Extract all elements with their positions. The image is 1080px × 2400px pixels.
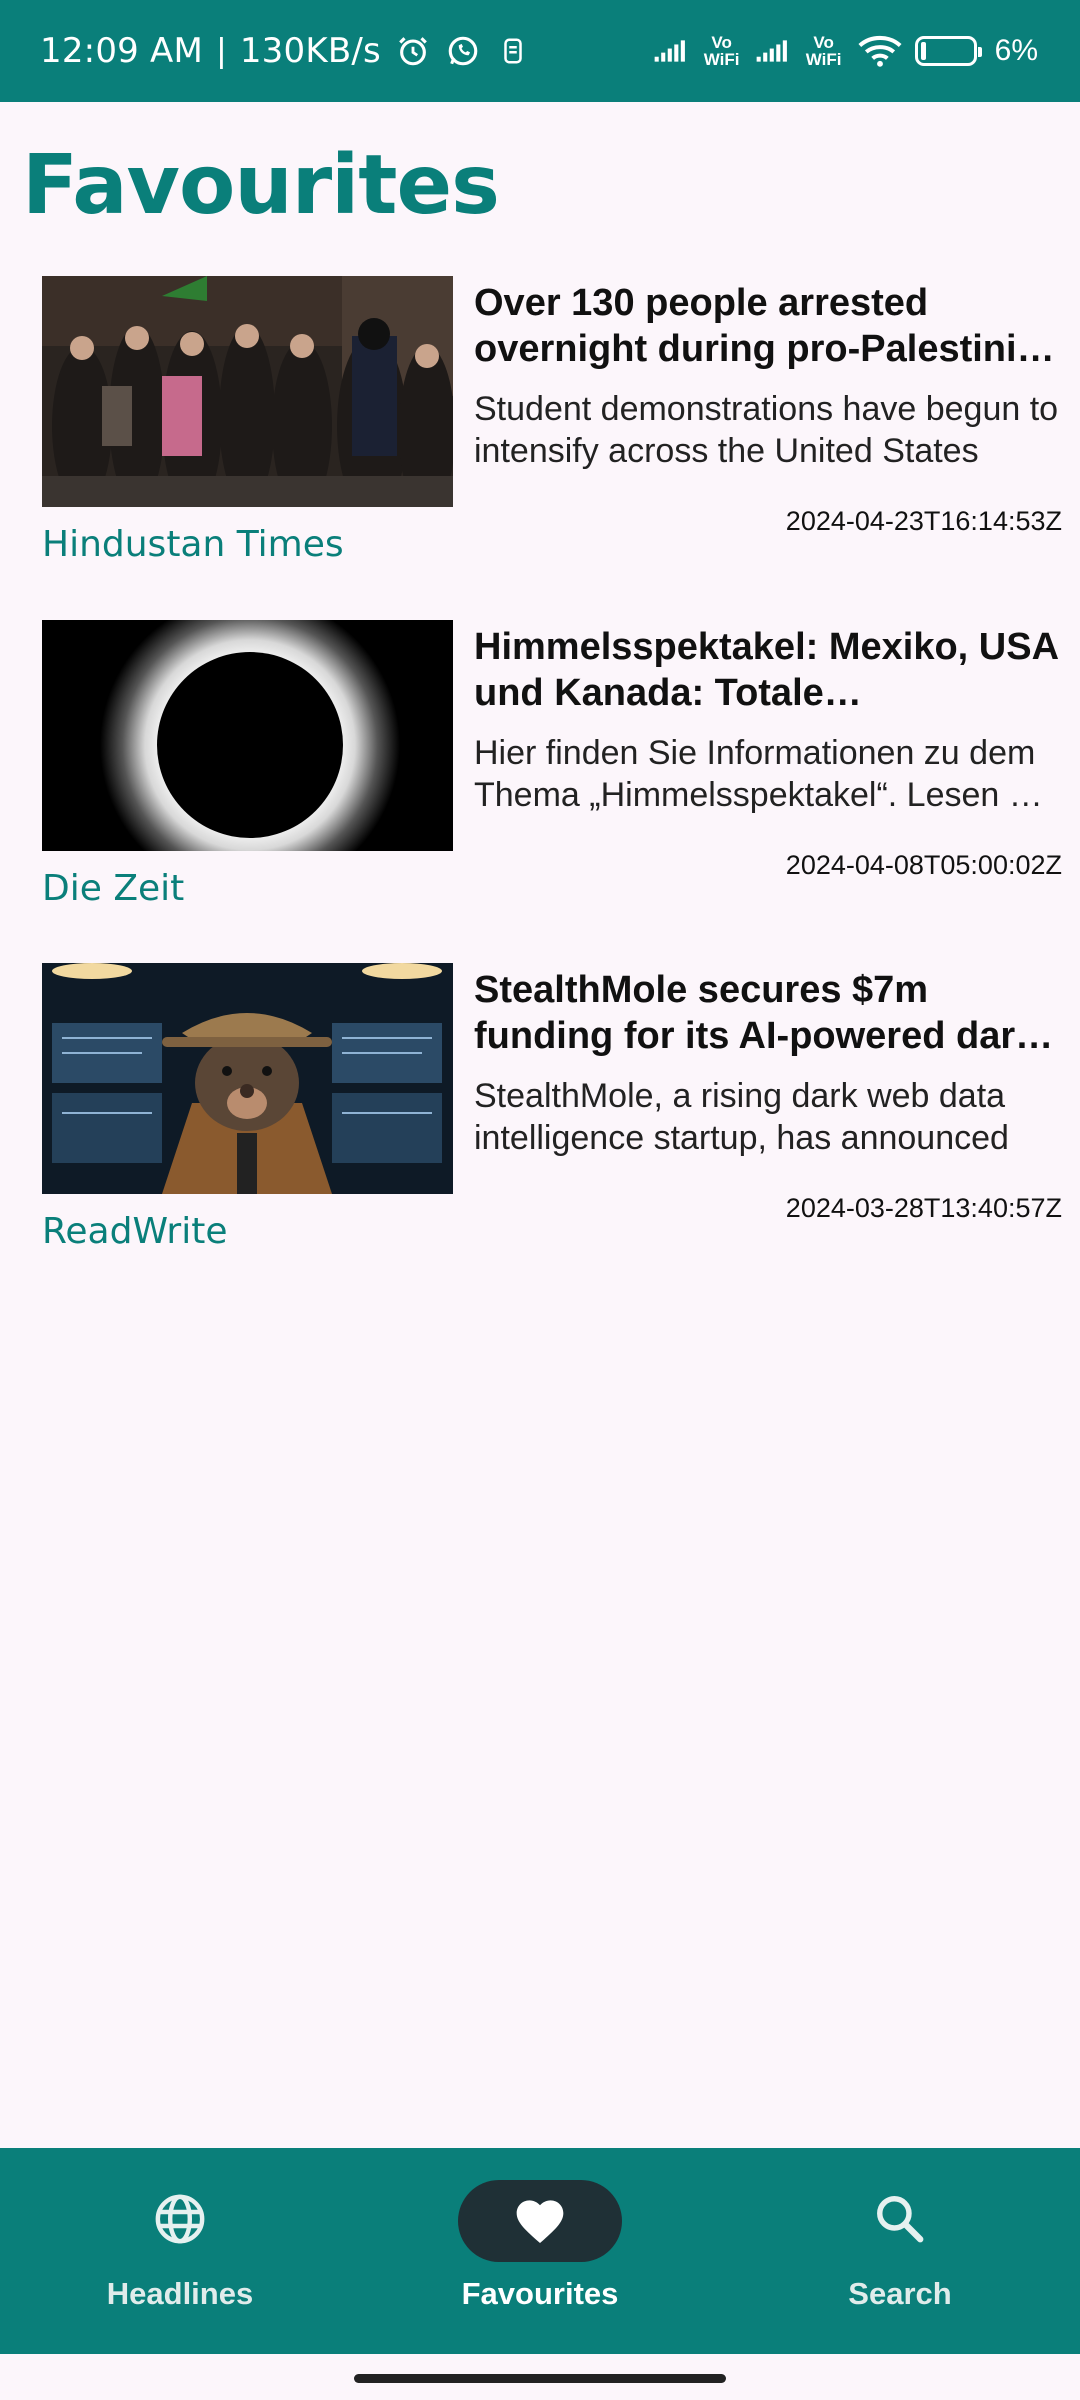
article-source: Hindustan Times: [42, 524, 344, 565]
article-description: Hier finden Sie Informationen zu dem The…: [474, 734, 1058, 814]
nav-item-favourites[interactable]: Favourites: [360, 2148, 720, 2354]
vowifi-label-1: Vo WiFi: [703, 33, 740, 69]
nav-item-search[interactable]: Search: [720, 2148, 1080, 2354]
article-headline[interactable]: StealthMole secures $7m funding for its …: [474, 967, 1064, 1059]
signal-icon-2: [755, 33, 791, 69]
search-icon: [873, 2192, 927, 2251]
page-title: Favourites: [22, 138, 500, 233]
nav-label-favourites[interactable]: Favourites: [462, 2276, 619, 2312]
globe-icon: [152, 2191, 208, 2252]
heart-icon: [512, 2193, 568, 2250]
article-headline[interactable]: Himmelsspektakel: Mexiko, USA und Kanada…: [474, 624, 1064, 716]
article-card[interactable]: Himmelsspektakel: Mexiko, USA und Kanada…: [42, 620, 1062, 920]
article-description: Student demonstrations have begun to int…: [474, 390, 1059, 470]
article-card[interactable]: StealthMole secures $7m funding for its …: [42, 963, 1062, 1263]
whatsapp-icon: [445, 33, 481, 69]
nav-pill-headlines[interactable]: [98, 2180, 262, 2262]
status-right: Vo WiFi Vo WiFi 6%: [653, 33, 1038, 69]
vowifi-label-2: Vo WiFi: [805, 33, 842, 69]
network-speed: 130KB/s: [239, 31, 381, 71]
signal-icon: [653, 33, 689, 69]
article-description: StealthMole, a rising dark web data inte…: [474, 1077, 1009, 1157]
nav-label-headlines[interactable]: Headlines: [107, 2276, 253, 2312]
mole-detective-image: [42, 963, 453, 1194]
protest-photo-image: [42, 276, 453, 507]
article-thumbnail[interactable]: [42, 620, 453, 851]
status-separator: |: [216, 31, 226, 70]
alarm-icon: [395, 33, 431, 69]
article-date: 2024-04-23T16:14:53Z: [785, 506, 1062, 536]
status-left: 12:09 AM | 130KB/s: [40, 31, 531, 71]
status-bar: 12:09 AM | 130KB/s Vo WiFi Vo WiFi 6%: [0, 0, 1080, 102]
article-headline[interactable]: Over 130 people arrested overnight durin…: [474, 280, 1064, 372]
article-thumbnail[interactable]: [42, 963, 453, 1194]
article-source: ReadWrite: [42, 1211, 228, 1252]
article-source: Die Zeit: [42, 868, 185, 909]
article-thumbnail[interactable]: [42, 276, 453, 507]
article-date: 2024-04-08T05:00:02Z: [785, 850, 1062, 880]
nav-label-search[interactable]: Search: [848, 2276, 951, 2312]
status-time: 12:09 AM: [40, 31, 203, 71]
article-date: 2024-03-28T13:40:57Z: [785, 1193, 1062, 1223]
eclipse-photo-image: [42, 620, 453, 851]
battery-icon: [914, 36, 982, 66]
app-screen: 12:09 AM | 130KB/s Vo WiFi Vo WiFi 6% Fa…: [0, 0, 1080, 2400]
wifi-icon: [857, 33, 903, 69]
app-icon: [495, 33, 531, 69]
battery-level: 6%: [994, 34, 1038, 67]
nav-pill-favourites[interactable]: [458, 2180, 622, 2262]
home-indicator[interactable]: [354, 2374, 726, 2383]
article-card[interactable]: Over 130 people arrested overnight durin…: [42, 276, 1062, 576]
nav-pill-search[interactable]: [818, 2180, 982, 2262]
nav-item-headlines[interactable]: Headlines: [0, 2148, 360, 2354]
bottom-navigation: Headlines Favourites Search: [0, 2148, 1080, 2354]
